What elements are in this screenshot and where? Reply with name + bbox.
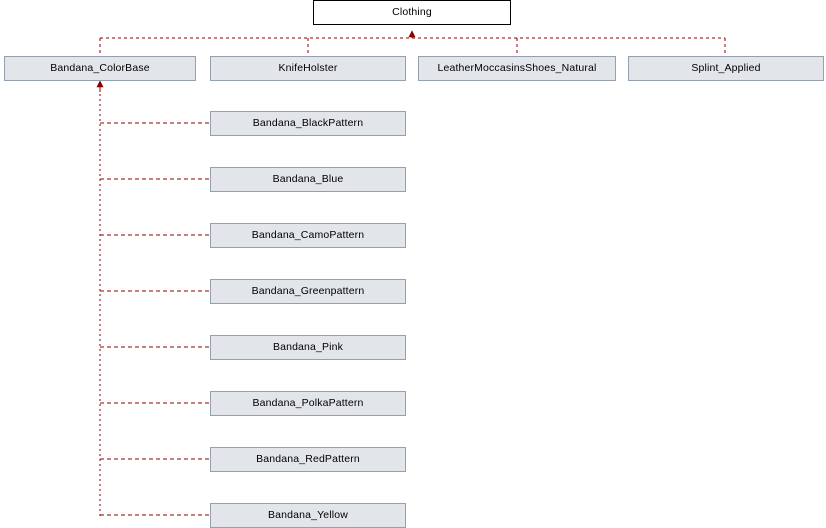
node-bandana-redpattern-label: Bandana_RedPattern	[256, 453, 360, 466]
node-bandana-polkapattern-label: Bandana_PolkaPattern	[252, 397, 364, 410]
edges-to-bandana-colorbase	[100, 122, 210, 516]
node-leathermoccasinsshoes-natural[interactable]: LeatherMoccasinsShoes_Natural	[418, 56, 616, 81]
node-bandana-yellow-label: Bandana_Yellow	[268, 509, 348, 522]
node-knifeholster[interactable]: KnifeHolster	[210, 56, 406, 81]
node-bandana-greenpattern[interactable]: Bandana_Greenpattern	[210, 279, 406, 304]
node-knifeholster-label: KnifeHolster	[278, 62, 338, 75]
node-bandana-camopattern-label: Bandana_CamoPattern	[251, 229, 365, 242]
node-bandana-redpattern[interactable]: Bandana_RedPattern	[210, 447, 406, 472]
node-bandana-yellow[interactable]: Bandana_Yellow	[210, 503, 406, 528]
node-bandana-colorbase[interactable]: Bandana_ColorBase	[4, 56, 196, 81]
node-bandana-pink-label: Bandana_Pink	[272, 341, 344, 354]
node-bandana-blue[interactable]: Bandana_Blue	[210, 167, 406, 192]
node-bandana-greenpattern-label: Bandana_Greenpattern	[251, 285, 365, 298]
node-bandana-blue-label: Bandana_Blue	[272, 173, 344, 186]
node-bandana-polkapattern[interactable]: Bandana_PolkaPattern	[210, 391, 406, 416]
node-bandana-blackpattern[interactable]: Bandana_BlackPattern	[210, 111, 406, 136]
node-leathermoccasinsshoes-natural-label: LeatherMoccasinsShoes_Natural	[437, 62, 597, 75]
node-bandana-camopattern[interactable]: Bandana_CamoPattern	[210, 223, 406, 248]
node-splint-applied-label: Splint_Applied	[691, 62, 761, 75]
inheritance-diagram: Clothing Bandana_ColorBase KnifeHolster …	[0, 0, 826, 528]
node-clothing-label: Clothing	[392, 6, 432, 19]
edges-to-root	[99, 37, 726, 56]
node-bandana-blackpattern-label: Bandana_BlackPattern	[252, 117, 364, 130]
node-splint-applied[interactable]: Splint_Applied	[628, 56, 824, 81]
node-bandana-pink[interactable]: Bandana_Pink	[210, 335, 406, 360]
node-clothing[interactable]: Clothing	[313, 0, 511, 25]
node-bandana-colorbase-label: Bandana_ColorBase	[50, 62, 150, 75]
